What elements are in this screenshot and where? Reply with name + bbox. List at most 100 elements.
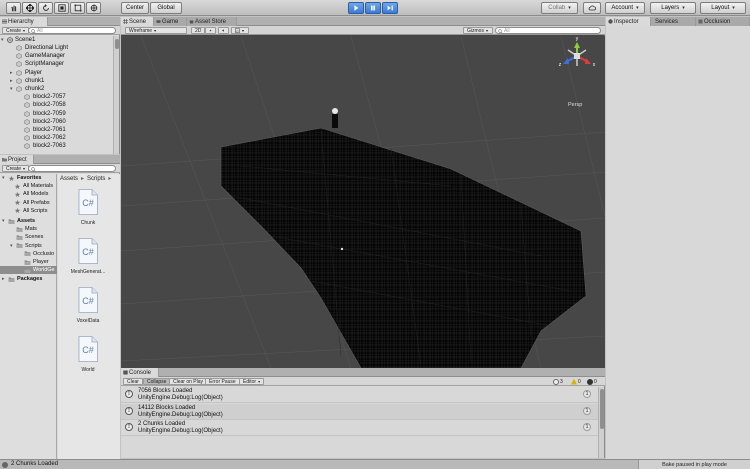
rect-tool-button[interactable]	[70, 2, 85, 14]
hierarchy-item[interactable]: GameManager	[0, 52, 112, 60]
scene-search-input[interactable]: All	[495, 27, 601, 34]
csharp-file-icon: C#	[78, 287, 98, 313]
transform-tool-button[interactable]	[86, 2, 101, 14]
hierarchy-item[interactable]: block2-7060	[0, 118, 112, 126]
packages-section[interactable]: ▸ Packages	[0, 275, 57, 283]
project-create-dropdown[interactable]: Create	[2, 165, 30, 172]
rotate-tool-button[interactable]	[38, 2, 53, 14]
console-editor-dropdown[interactable]: Editor	[239, 378, 265, 385]
play-button[interactable]	[348, 2, 364, 14]
console-error-pause-button[interactable]: Error Pause	[205, 378, 240, 385]
project-search-input[interactable]	[28, 165, 116, 172]
scripts-subfolder[interactable]: Occlusio	[0, 250, 57, 258]
move-tool-button[interactable]	[22, 2, 37, 14]
step-button[interactable]	[382, 2, 398, 14]
hierarchy-item[interactable]: ▾ chunk2	[0, 85, 112, 93]
project-panel: Project Create ▾FavoritesAll MaterialsAl…	[0, 155, 159, 469]
lighting-toggle[interactable]	[205, 27, 216, 34]
hierarchy-item[interactable]: block2-7061	[0, 126, 112, 134]
assets-folder[interactable]: Mats	[0, 225, 57, 233]
scene-viewport[interactable]: y x z Persp	[121, 36, 605, 368]
account-dropdown[interactable]: Account	[605, 2, 645, 14]
layers-dropdown[interactable]: Layers	[650, 2, 696, 14]
hierarchy-scrollbar[interactable]	[113, 36, 119, 154]
scripts-subfolder[interactable]: Player	[0, 258, 57, 266]
tab-project[interactable]: Project	[0, 155, 34, 164]
gizmos-dropdown[interactable]: Gizmos	[463, 27, 493, 34]
favorite-item[interactable]: All Prefabs	[0, 199, 57, 207]
status-message[interactable]: 2 Chunks Loaded	[11, 461, 58, 467]
hierarchy-item[interactable]: block2-7062	[0, 134, 112, 142]
tab-services[interactable]: Services	[651, 17, 696, 26]
cloud-button[interactable]	[583, 2, 601, 14]
tab-game[interactable]: Game	[154, 17, 187, 26]
breadcrumb-assets[interactable]: Assets	[60, 176, 78, 182]
audio-toggle[interactable]	[218, 27, 229, 34]
collapse-arrow-icon[interactable]: ▾	[10, 86, 13, 92]
mode-2d-toggle[interactable]: 2D	[191, 27, 206, 34]
collapse-arrow-icon[interactable]: ▾	[2, 175, 5, 181]
effects-dropdown[interactable]	[231, 27, 249, 34]
hierarchy-item[interactable]: Directional Light	[0, 44, 112, 52]
console-scrollbar[interactable]	[598, 387, 604, 458]
expand-arrow-icon[interactable]: ▸	[10, 78, 13, 84]
expand-arrow-icon[interactable]: ▸	[2, 276, 5, 282]
collapse-arrow-icon[interactable]: ▾	[2, 218, 5, 224]
script-asset[interactable]: C# Chunk	[68, 189, 108, 235]
console-collapse-button[interactable]: Collapse	[143, 378, 171, 385]
favorite-item[interactable]: All Models	[0, 190, 57, 198]
hierarchy-create-dropdown[interactable]: Create	[2, 27, 30, 34]
favorites-section[interactable]: ▾ Favorites	[0, 174, 57, 182]
warning-count-toggle[interactable]: 0	[571, 378, 581, 385]
collapse-arrow-icon[interactable]: ▾	[1, 37, 4, 43]
script-asset[interactable]: C# VoxelData	[68, 287, 108, 333]
pause-button[interactable]	[365, 2, 381, 14]
expand-arrow-icon[interactable]: ▸	[10, 70, 13, 76]
hierarchy-item[interactable]: ▸ Player	[0, 69, 112, 77]
error-count-toggle[interactable]: 0	[587, 378, 597, 385]
scene-root-row[interactable]: ▾ Scene1	[0, 36, 112, 44]
breadcrumb-scripts[interactable]: Scripts	[87, 176, 105, 182]
scripts-subfolder[interactable]: WorldGe	[0, 266, 57, 275]
collapse-arrow-icon[interactable]: ▾	[10, 243, 13, 249]
projection-label[interactable]: Persp	[568, 102, 582, 108]
collab-dropdown[interactable]: Collab	[541, 2, 578, 14]
assets-section[interactable]: ▾ Assets	[0, 217, 57, 225]
console-clear-on-play-button[interactable]: Clear on Play	[169, 378, 208, 385]
scale-tool-button[interactable]	[54, 2, 69, 14]
hierarchy-item[interactable]: block2-7063	[0, 142, 112, 150]
space-global-toggle[interactable]: Global	[150, 2, 182, 14]
scrollbar-thumb[interactable]	[115, 39, 119, 49]
tab-inspector[interactable]: Inspector	[606, 17, 651, 26]
favorite-item[interactable]: All Materials	[0, 182, 57, 190]
script-asset[interactable]: C# MeshGenerat...	[68, 238, 108, 284]
console-clear-button[interactable]: Clear	[123, 378, 143, 385]
console-entry[interactable]: ! 7056 Blocks Loaded UnityEngine.Debug:Log…	[121, 387, 598, 403]
hierarchy-item[interactable]: block2-7057	[0, 93, 112, 101]
console-entry[interactable]: ! 2 Chunks Loaded UnityEngine.Debug:Log(Ob…	[121, 420, 598, 436]
tab-asset-store[interactable]: Asset Store	[187, 17, 237, 26]
shading-mode-dropdown[interactable]: Wireframe	[125, 27, 187, 34]
hierarchy-item[interactable]: block2-7058	[0, 101, 112, 109]
hierarchy-item[interactable]: block2-7059	[0, 110, 112, 118]
hierarchy-item[interactable]: ▸ chunk1	[0, 77, 112, 85]
assets-folder[interactable]: Scenes	[0, 233, 57, 241]
favorite-item[interactable]: All Scripts	[0, 207, 57, 215]
info-count-toggle[interactable]: 3	[553, 378, 563, 385]
script-asset[interactable]: C# World	[68, 336, 108, 382]
console-entry[interactable]: ! 14112 Blocks Loaded UnityEngine.Debug:Lo…	[121, 403, 598, 420]
tab-occlusion[interactable]: Occlusion	[696, 17, 750, 26]
tab-scene[interactable]: Scene	[121, 17, 154, 26]
layout-dropdown[interactable]: Layout	[700, 2, 746, 14]
hierarchy-search-input[interactable]: All	[28, 27, 116, 34]
tab-console[interactable]: Console	[121, 368, 159, 377]
assets-folder[interactable]: ▾ Scripts	[0, 242, 57, 250]
scrollbar-thumb[interactable]	[600, 389, 604, 429]
tab-hierarchy[interactable]: Hierarchy	[0, 17, 48, 26]
hierarchy-item-label: chunk2	[25, 86, 45, 92]
pivot-center-toggle[interactable]: Center	[121, 2, 149, 14]
hand-tool-button[interactable]	[6, 2, 21, 14]
hierarchy-item[interactable]: ScriptManager	[0, 60, 112, 68]
hierarchy-item-label: block2-7057	[33, 94, 66, 101]
gameobject-icon	[24, 127, 30, 133]
